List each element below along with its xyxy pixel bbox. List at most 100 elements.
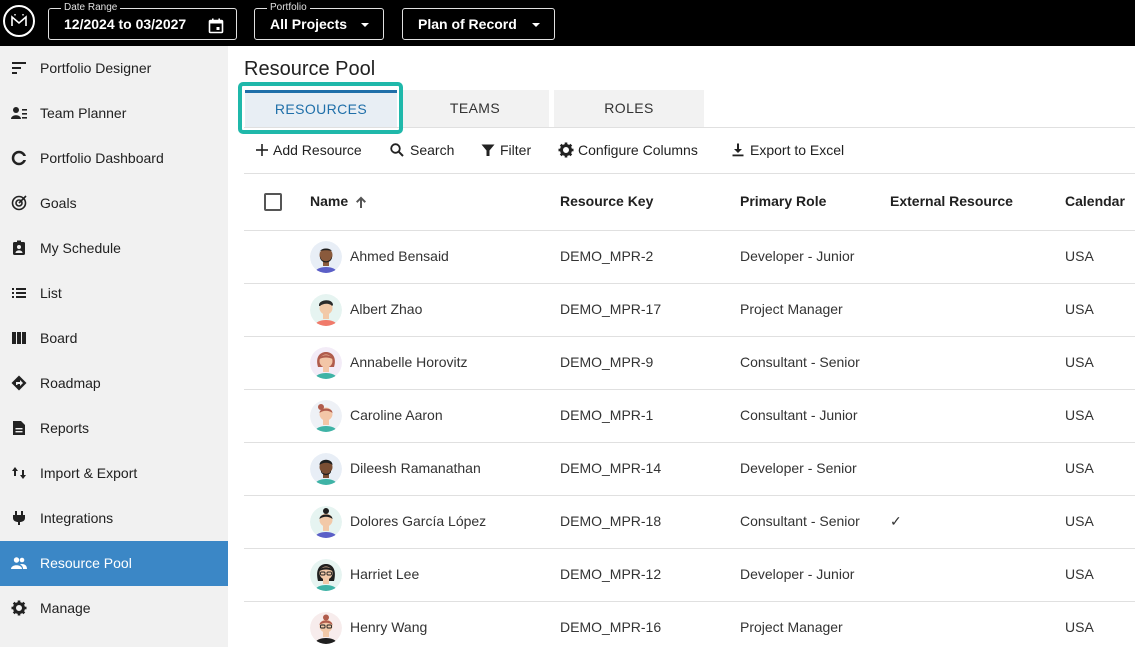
team-planner-icon bbox=[11, 107, 27, 119]
sidebar-item-label: Portfolio Designer bbox=[40, 60, 152, 76]
calendar: USA bbox=[1065, 619, 1094, 635]
calendar: USA bbox=[1065, 407, 1094, 423]
table-row[interactable]: Henry Wang DEMO_MPR-16 Project Manager U… bbox=[244, 601, 1135, 654]
filter-icon bbox=[481, 144, 495, 156]
sidebar-item-label: Import & Export bbox=[40, 465, 138, 481]
sidebar-item-label: Board bbox=[40, 330, 78, 346]
column-header-external-resource[interactable]: External Resource bbox=[890, 193, 1013, 209]
table-row[interactable]: Caroline Aaron DEMO_MPR-1 Consultant - J… bbox=[244, 389, 1135, 442]
avatar bbox=[310, 559, 342, 591]
sidebar: Portfolio Designer Team Planner Portfoli… bbox=[0, 46, 228, 647]
sidebar-item-label: Goals bbox=[40, 195, 77, 211]
sidebar-item-my-schedule[interactable]: My Schedule bbox=[0, 226, 228, 271]
sidebar-item-reports[interactable]: Reports bbox=[0, 406, 228, 451]
gear-icon bbox=[11, 600, 27, 616]
table-row[interactable]: Harriet Lee DEMO_MPR-12 Developer - Juni… bbox=[244, 548, 1135, 601]
portfolio-legend: Portfolio bbox=[267, 2, 310, 14]
sidebar-item-goals[interactable]: Goals bbox=[0, 181, 228, 226]
tab-resources[interactable]: RESOURCES bbox=[245, 90, 397, 127]
calendar: USA bbox=[1065, 513, 1094, 529]
sidebar-item-roadmap[interactable]: Roadmap bbox=[0, 361, 228, 406]
sidebar-item-board[interactable]: Board bbox=[0, 316, 228, 361]
schedule-icon bbox=[13, 240, 25, 255]
column-header-calendar[interactable]: Calendar bbox=[1065, 193, 1125, 209]
add-resource-button[interactable]: Add Resource bbox=[254, 140, 366, 160]
table-row[interactable]: Dolores García López DEMO_MPR-18 Consult… bbox=[244, 495, 1135, 548]
calendar: USA bbox=[1065, 248, 1094, 264]
date-range-picker[interactable]: Date Range 12/2024 to 03/2027 bbox=[48, 2, 237, 40]
table-row[interactable]: Dileesh Ramanathan DEMO_MPR-14 Developer… bbox=[244, 442, 1135, 495]
chevron-down-icon[interactable] bbox=[359, 18, 371, 36]
column-header-resource-key[interactable]: Resource Key bbox=[560, 193, 653, 209]
sidebar-item-manage[interactable]: Manage bbox=[0, 586, 228, 631]
sidebar-item-resource-pool[interactable]: Resource Pool bbox=[0, 541, 228, 586]
sidebar-item-label: Resource Pool bbox=[40, 555, 132, 571]
resource-name[interactable]: Albert Zhao bbox=[350, 301, 422, 317]
app-logo[interactable] bbox=[3, 5, 35, 37]
sidebar-item-import-export[interactable]: Import & Export bbox=[0, 451, 228, 496]
filter-button[interactable]: Filter bbox=[480, 140, 536, 160]
calendar: USA bbox=[1065, 354, 1094, 370]
date-range-legend: Date Range bbox=[61, 2, 121, 14]
export-to-excel-button[interactable]: Export to Excel bbox=[730, 140, 855, 160]
calendar-icon[interactable] bbox=[208, 18, 224, 39]
avatar bbox=[310, 506, 342, 538]
resource-key: DEMO_MPR-17 bbox=[560, 301, 662, 317]
resource-name[interactable]: Ahmed Bensaid bbox=[350, 248, 449, 264]
resource-name[interactable]: Annabelle Horovitz bbox=[350, 354, 468, 370]
calendar: USA bbox=[1065, 301, 1094, 317]
configure-columns-button[interactable]: Configure Columns bbox=[558, 140, 708, 160]
sidebar-item-list[interactable]: List bbox=[0, 271, 228, 316]
list-icon bbox=[12, 288, 26, 298]
table-row[interactable]: Albert Zhao DEMO_MPR-17 Project Manager … bbox=[244, 283, 1135, 336]
portfolio-select[interactable]: Portfolio All Projects bbox=[254, 2, 384, 40]
resource-key: DEMO_MPR-1 bbox=[560, 407, 654, 423]
dashboard-icon bbox=[11, 150, 27, 166]
filter-label: Filter bbox=[500, 142, 532, 158]
plan-select[interactable]: Plan of Record bbox=[402, 8, 555, 40]
select-all-checkbox[interactable] bbox=[264, 193, 282, 211]
resource-name[interactable]: Dolores García López bbox=[350, 513, 486, 529]
search-label: Search bbox=[410, 142, 455, 158]
tabs-divider bbox=[244, 127, 1135, 128]
import-export-icon bbox=[12, 467, 26, 479]
reports-icon bbox=[13, 421, 25, 435]
resource-name[interactable]: Harriet Lee bbox=[350, 566, 419, 582]
table-row[interactable]: Annabelle Horovitz DEMO_MPR-9 Consultant… bbox=[244, 336, 1135, 389]
column-header-primary-role[interactable]: Primary Role bbox=[740, 193, 826, 209]
sidebar-item-portfolio-dashboard[interactable]: Portfolio Dashboard bbox=[0, 136, 228, 181]
primary-role: Consultant - Junior bbox=[740, 407, 858, 423]
sidebar-item-label: Reports bbox=[40, 420, 90, 436]
resource-name[interactable]: Caroline Aaron bbox=[350, 407, 443, 423]
avatar bbox=[310, 453, 342, 485]
plan-value: Plan of Record bbox=[418, 16, 517, 32]
grid-top-border bbox=[244, 173, 1135, 174]
date-range-value: 12/2024 to 03/2027 bbox=[64, 16, 187, 32]
sidebar-item-portfolio-designer[interactable]: Portfolio Designer bbox=[0, 46, 228, 91]
search-button[interactable]: Search bbox=[389, 140, 457, 160]
configure-columns-label: Configure Columns bbox=[578, 142, 698, 158]
sidebar-item-label: Portfolio Dashboard bbox=[40, 150, 164, 166]
add-resource-label: Add Resource bbox=[273, 142, 362, 158]
resource-key: DEMO_MPR-2 bbox=[560, 248, 654, 264]
sidebar-item-team-planner[interactable]: Team Planner bbox=[0, 91, 228, 136]
page-title: Resource Pool bbox=[244, 58, 376, 80]
sidebar-item-integrations[interactable]: Integrations bbox=[0, 496, 228, 541]
sidebar-item-label: List bbox=[40, 285, 62, 301]
tab-roles[interactable]: ROLES bbox=[554, 90, 704, 127]
sort-arrow-up-icon[interactable] bbox=[354, 195, 368, 209]
chevron-down-icon[interactable] bbox=[530, 18, 542, 36]
resource-name[interactable]: Dileesh Ramanathan bbox=[350, 460, 481, 476]
column-header-name[interactable]: Name bbox=[310, 193, 366, 209]
calendar: USA bbox=[1065, 460, 1094, 476]
resource-name[interactable]: Henry Wang bbox=[350, 619, 427, 635]
resource-key: DEMO_MPR-14 bbox=[560, 460, 662, 476]
primary-role: Consultant - Senior bbox=[740, 513, 860, 529]
table-row[interactable]: Ahmed Bensaid DEMO_MPR-2 Developer - Jun… bbox=[244, 230, 1135, 283]
resource-key: DEMO_MPR-9 bbox=[560, 354, 654, 370]
portfolio-value: All Projects bbox=[270, 16, 348, 32]
primary-role: Project Manager bbox=[740, 619, 843, 635]
tab-teams[interactable]: TEAMS bbox=[401, 90, 549, 127]
avatar bbox=[310, 294, 342, 326]
avatar bbox=[310, 612, 342, 644]
